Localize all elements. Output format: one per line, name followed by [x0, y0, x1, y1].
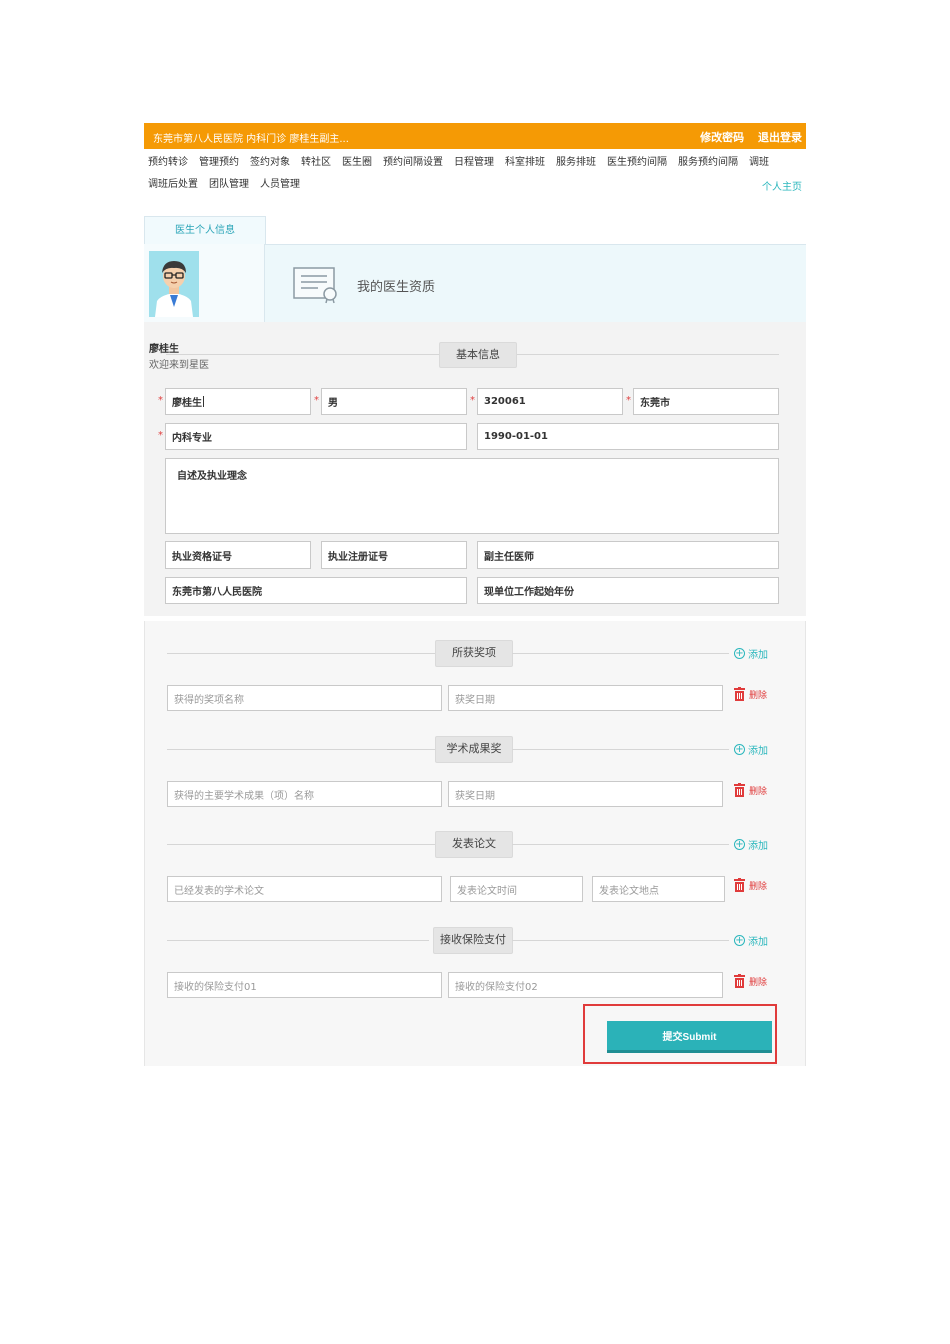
- nav-item[interactable]: 医生圈: [342, 157, 372, 168]
- top-header-bar: 东莞市第八人民医院 内科门诊 廖桂生副主... 修改密码 退出登录: [144, 123, 806, 149]
- hospital-input[interactable]: 东莞市第八人民医院: [165, 577, 467, 604]
- personal-home-link[interactable]: 个人主页: [762, 178, 802, 193]
- doctor-avatar-icon: [149, 251, 199, 317]
- add-paper-button[interactable]: + 添加: [734, 837, 768, 852]
- nav-row-2: 调班后处置 团队管理 人员管理 个人主页: [144, 175, 806, 195]
- nav-item[interactable]: 管理预约: [199, 157, 239, 168]
- logout-link[interactable]: 退出登录: [758, 131, 802, 144]
- add-award-button[interactable]: + 添加: [734, 646, 768, 661]
- divider: [512, 844, 729, 845]
- trash-icon: [734, 974, 745, 988]
- nav-item[interactable]: 调班: [749, 157, 769, 168]
- nav-item[interactable]: 日程管理: [454, 157, 494, 168]
- insurance-1-input[interactable]: 接收的保险支付01: [167, 972, 442, 998]
- major-input[interactable]: 内科专业: [165, 423, 467, 450]
- nav-row-1: 预约转诊 管理预约 签约对象 转社区 医生圈 预约间隔设置 日程管理 科室排班 服务排班 医生预约…: [144, 153, 806, 173]
- nav-item[interactable]: 团队管理: [209, 179, 249, 190]
- welcome-text: 欢迎来到星医: [149, 360, 209, 371]
- trash-icon: [734, 687, 745, 701]
- nav-item[interactable]: 签约对象: [250, 157, 290, 168]
- title-input[interactable]: 副主任医师: [477, 541, 779, 569]
- doctor-name: 廖桂生: [149, 344, 179, 355]
- paper-date-input[interactable]: 发表论文时间: [450, 876, 583, 902]
- avatar[interactable]: [149, 251, 199, 317]
- nav-item[interactable]: 服务排班: [556, 157, 596, 168]
- plus-circle-icon: +: [734, 839, 745, 850]
- divider: [167, 844, 435, 845]
- intro-textarea[interactable]: 自述及执业理念: [165, 458, 779, 534]
- plus-circle-icon: +: [734, 648, 745, 659]
- nav-item[interactable]: 预约间隔设置: [383, 157, 443, 168]
- delete-insurance-button[interactable]: 删除: [734, 974, 767, 988]
- start-year-input[interactable]: 现单位工作起始年份: [477, 577, 779, 604]
- code-input[interactable]: 320061: [477, 388, 623, 415]
- divider: [512, 940, 729, 941]
- divider: [512, 749, 729, 750]
- certificate-icon: [292, 266, 342, 308]
- paper-title-input[interactable]: 已经发表的学术论文: [167, 876, 442, 902]
- section-basic-info: 基本信息: [439, 342, 517, 368]
- section-academic: 学术成果奖: [435, 736, 513, 763]
- required-mark: *: [158, 430, 163, 441]
- section-insurance: 接收保险支付: [433, 927, 513, 954]
- add-academic-button[interactable]: + 添加: [734, 742, 768, 757]
- nav-item[interactable]: 转社区: [301, 157, 331, 168]
- hospital-doctor-info: 东莞市第八人民医院 内科门诊 廖桂生副主...: [153, 134, 349, 145]
- practice-cert-input[interactable]: 执业资格证号: [165, 541, 311, 569]
- award-name-input[interactable]: 获得的奖项名称: [167, 685, 442, 711]
- academic-date-input[interactable]: 获奖日期: [448, 781, 723, 807]
- registration-cert-input[interactable]: 执业注册证号: [321, 541, 467, 569]
- nav-item[interactable]: 人员管理: [260, 179, 300, 190]
- divider: [166, 354, 439, 355]
- award-date-input[interactable]: 获奖日期: [448, 685, 723, 711]
- section-awards: 所获奖项: [435, 640, 513, 667]
- tab-doctor-info[interactable]: 医生个人信息: [144, 216, 266, 245]
- divider: [167, 749, 435, 750]
- divider: [167, 653, 435, 654]
- divider: [517, 354, 779, 355]
- nav-item[interactable]: 服务预约间隔: [678, 157, 738, 168]
- required-mark: *: [626, 395, 631, 406]
- required-mark: *: [470, 395, 475, 406]
- city-input[interactable]: 东莞市: [633, 388, 779, 415]
- birthdate-input[interactable]: 1990-01-01: [477, 423, 779, 450]
- required-mark: *: [314, 395, 319, 406]
- delete-academic-button[interactable]: 删除: [734, 783, 767, 797]
- delete-award-button[interactable]: 删除: [734, 687, 767, 701]
- change-password-link[interactable]: 修改密码: [700, 131, 744, 144]
- nav-item[interactable]: 调班后处置: [148, 179, 198, 190]
- academic-name-input[interactable]: 获得的主要学术成果（项）名称: [167, 781, 442, 807]
- delete-paper-button[interactable]: 删除: [734, 878, 767, 892]
- nav-item[interactable]: 科室排班: [505, 157, 545, 168]
- insurance-2-input[interactable]: 接收的保险支付02: [448, 972, 723, 998]
- add-insurance-button[interactable]: + 添加: [734, 933, 768, 948]
- divider: [512, 653, 729, 654]
- paper-place-input[interactable]: 发表论文地点: [592, 876, 725, 902]
- required-mark: *: [158, 395, 163, 406]
- submit-button[interactable]: 提交Submit: [607, 1021, 772, 1053]
- nav-item[interactable]: 医生预约间隔: [607, 157, 667, 168]
- section-papers: 发表论文: [435, 831, 513, 858]
- qualification-title[interactable]: 我的医生资质: [357, 276, 435, 295]
- divider: [167, 940, 429, 941]
- plus-circle-icon: +: [734, 935, 745, 946]
- nav-item[interactable]: 预约转诊: [148, 157, 188, 168]
- plus-circle-icon: +: [734, 744, 745, 755]
- trash-icon: [734, 878, 745, 892]
- name-input[interactable]: 廖桂生: [165, 388, 311, 415]
- trash-icon: [734, 783, 745, 797]
- gender-input[interactable]: 男: [321, 388, 467, 415]
